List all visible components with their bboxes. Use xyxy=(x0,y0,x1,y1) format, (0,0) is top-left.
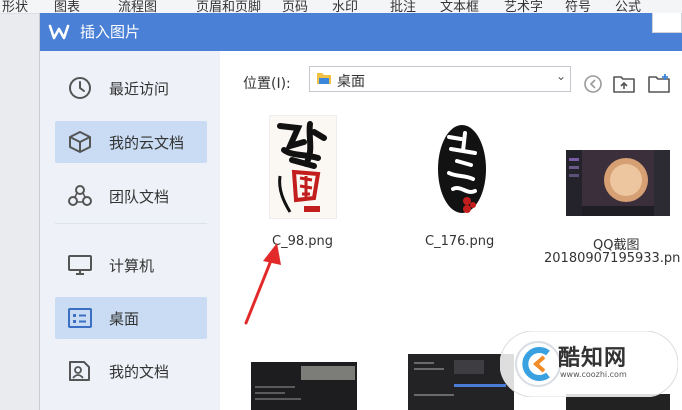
sidebar-item-my-documents[interactable]: 我的文档 xyxy=(55,350,207,392)
sidebar-item-computer[interactable]: 计算机 xyxy=(55,244,207,286)
file-thumbnail-c176[interactable] xyxy=(431,115,493,219)
location-label: 位置(I): xyxy=(243,76,291,92)
annotation-arrow-icon xyxy=(244,243,281,325)
monitor-icon xyxy=(68,255,92,275)
back-icon[interactable] xyxy=(581,73,605,95)
ribbon-item-watermark[interactable]: 水印 xyxy=(332,0,358,13)
file-thumbnail-row2-1[interactable] xyxy=(251,362,357,410)
sidebar-item-label: 最近访问 xyxy=(109,80,170,98)
file-thumbnail-row2-2[interactable] xyxy=(408,354,514,410)
location-dropdown[interactable]: 桌面 ⌄ xyxy=(309,66,571,92)
ribbon-item-shape[interactable]: 形状 xyxy=(2,0,28,13)
team-icon xyxy=(68,185,92,206)
desktop-icon xyxy=(68,308,92,328)
screenshot-thumbnail xyxy=(408,354,514,410)
file-name-line-2[interactable]: 20180907195933.pn xyxy=(544,251,680,266)
sidebar-item-label: 我的云文档 xyxy=(109,134,185,152)
ribbon-item-formula[interactable]: 公式 xyxy=(615,0,641,13)
sidebar-item-label: 桌面 xyxy=(109,310,140,328)
ribbon-item-page-number[interactable]: 页码 xyxy=(282,0,308,13)
sidebar-item-label: 计算机 xyxy=(109,257,155,275)
sidebar-item-desktop[interactable]: 桌面 xyxy=(55,297,207,339)
folder-icon xyxy=(317,73,331,84)
document-icon xyxy=(69,361,90,381)
sidebar-item-my-cloud-docs[interactable]: 我的云文档 xyxy=(55,121,207,163)
sidebar-divider xyxy=(55,223,207,224)
up-folder-icon[interactable] xyxy=(612,73,636,95)
new-folder-icon[interactable] xyxy=(647,73,671,95)
watermark-name: 酷知网 xyxy=(558,346,628,371)
location-value: 桌面 xyxy=(337,74,365,90)
sidebar-item-team-docs[interactable]: 团队文档 xyxy=(55,175,207,217)
ribbon-item-flowchart[interactable]: 流程图 xyxy=(118,0,157,13)
file-name[interactable]: C_176.png xyxy=(425,234,494,249)
ribbon-item-chart[interactable]: 图表 xyxy=(54,0,80,13)
calligraphy-image xyxy=(270,116,336,218)
sidebar-item-label: 团队文档 xyxy=(109,188,170,206)
calligraphy-oval-image xyxy=(431,115,493,219)
sidebar-item-recent[interactable]: 最近访问 xyxy=(55,67,207,109)
cloud-box-icon xyxy=(69,131,91,153)
ribbon-item-symbol[interactable]: 符号 xyxy=(565,0,591,13)
sidebar-item-label: 我的文档 xyxy=(109,363,170,381)
ribbon-item-textbox[interactable]: 文本框 xyxy=(440,0,479,13)
file-thumbnail-c98[interactable] xyxy=(269,115,337,219)
screenshot-thumbnail xyxy=(251,362,357,410)
ribbon-item-comment[interactable]: 批注 xyxy=(390,0,416,13)
watermark-url: www.coozhi.com xyxy=(560,370,627,379)
sidebar: 最近访问 我的云文档 团队文档 计算机 桌面 我的文档 xyxy=(40,51,220,410)
close-button[interactable] xyxy=(652,13,682,33)
ribbon-item-wordart[interactable]: 艺术字 xyxy=(504,0,543,13)
insert-picture-dialog: 插入图片 最近访问 我的云文档 团队文档 计算机 桌面 我的文档 位置(I): … xyxy=(39,13,682,410)
clock-icon xyxy=(69,77,91,99)
ribbon-strip: 形状 图表 流程图 页眉和页脚 页码 水印 批注 文本框 艺术字 符号 公式 xyxy=(0,0,682,14)
dialog-titlebar: 插入图片 xyxy=(40,13,682,51)
wps-logo-icon xyxy=(48,24,70,40)
ribbon-item-header-footer[interactable]: 页眉和页脚 xyxy=(196,0,261,13)
screenshot-thumbnail xyxy=(566,150,670,216)
chevron-down-icon: ⌄ xyxy=(555,69,566,83)
dialog-title: 插入图片 xyxy=(80,23,141,41)
file-thumbnail-qq-screenshot[interactable] xyxy=(566,150,670,216)
